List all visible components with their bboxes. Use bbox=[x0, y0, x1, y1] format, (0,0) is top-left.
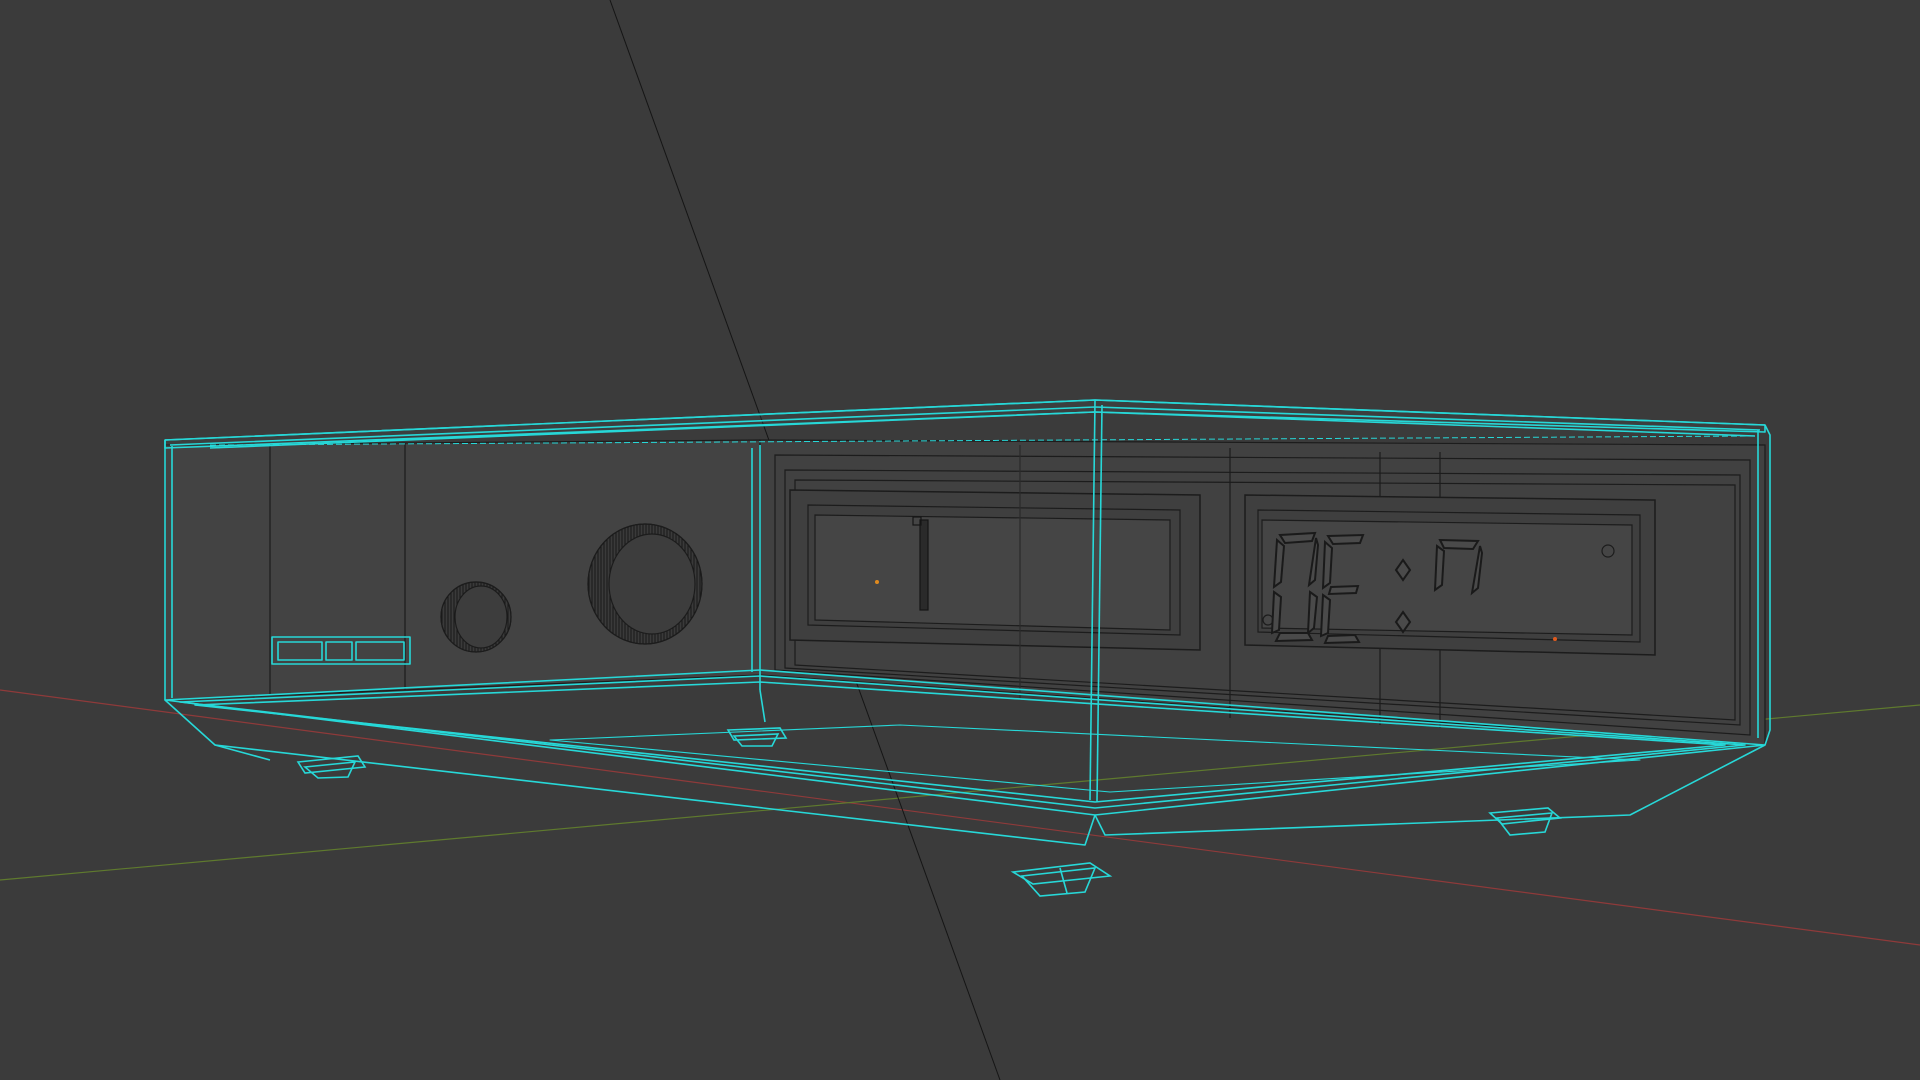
knob-large bbox=[587, 523, 703, 645]
origin-dot bbox=[875, 580, 879, 584]
viewport-canvas[interactable] bbox=[0, 0, 1920, 1080]
origin-dot bbox=[1553, 637, 1557, 641]
knob-small bbox=[440, 581, 512, 653]
3d-viewport[interactable] bbox=[0, 0, 1920, 1080]
